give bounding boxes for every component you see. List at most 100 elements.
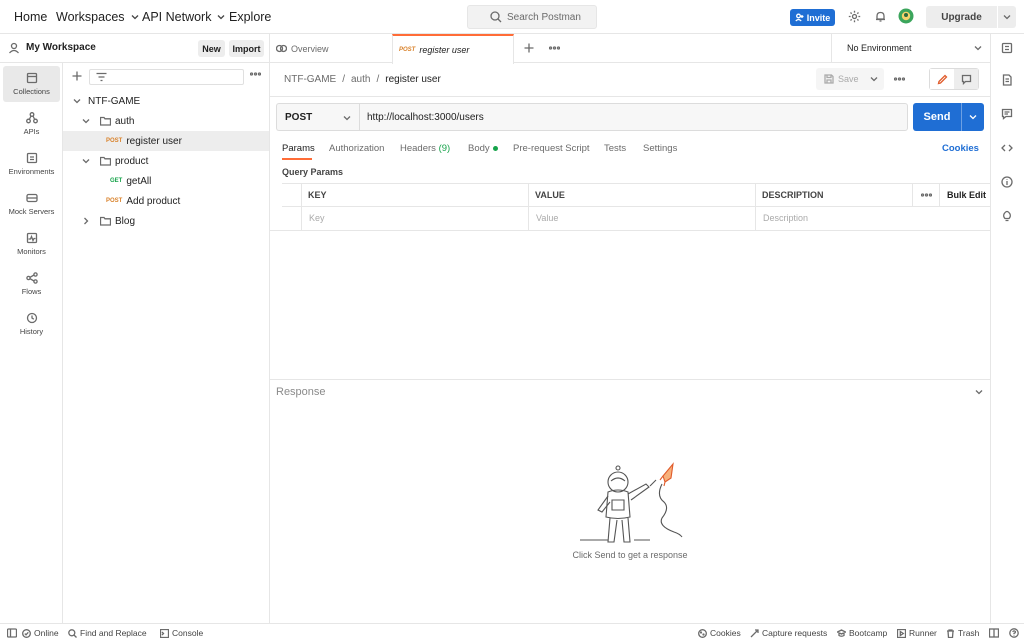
comments-icon[interactable] <box>1001 108 1013 120</box>
nav-api-network-label: API Network <box>142 10 212 24</box>
invite-label: Invite <box>806 12 831 23</box>
rail-item-flows[interactable]: Flows <box>3 266 60 302</box>
request-more-icon[interactable] <box>894 77 905 81</box>
user-icon <box>8 42 20 54</box>
rail-item-mock-servers[interactable]: Mock Servers <box>3 186 60 222</box>
tab-register-user[interactable]: POST register user <box>392 34 514 64</box>
tab-overview[interactable]: Overview <box>276 34 329 63</box>
rail-item-environments[interactable]: Environments <box>3 146 60 182</box>
key-input[interactable]: Key <box>309 213 325 223</box>
top-bar: Home Workspaces API Network Explore Sear… <box>0 0 1024 34</box>
tree-collection-ntf-game[interactable]: NTF-GAME <box>63 91 269 111</box>
runner-button[interactable]: Runner <box>897 626 937 640</box>
documentation-icon[interactable] <box>1001 74 1013 86</box>
filter-input[interactable] <box>89 69 244 85</box>
chevron-down-icon[interactable] <box>998 13 1016 21</box>
tab-tests[interactable]: Tests <box>604 143 626 159</box>
console-button[interactable]: Console <box>160 626 203 640</box>
upgrade-button[interactable]: Upgrade <box>926 6 1016 28</box>
tab-settings[interactable]: Settings <box>643 143 677 159</box>
environment-label: No Environment <box>847 43 912 53</box>
rail-label: Mock Servers <box>8 207 55 216</box>
tab-params[interactable]: Params <box>282 143 315 159</box>
search-bar[interactable]: Search Postman <box>467 5 597 29</box>
tree-folder-auth[interactable]: auth <box>63 111 269 131</box>
toggle-sidebar-icon[interactable] <box>7 626 17 640</box>
code-icon[interactable] <box>1001 142 1013 154</box>
tree-request-register-user[interactable]: POST register user <box>63 131 269 151</box>
find-replace-button[interactable]: Find and Replace <box>68 626 147 640</box>
bulk-edit-button[interactable]: Bulk Edit <box>947 190 986 200</box>
nav-explore[interactable]: Explore <box>229 0 271 34</box>
history-icon <box>26 312 38 324</box>
chevron-down-icon[interactable] <box>975 388 983 396</box>
rail-item-apis[interactable]: APIs <box>3 106 60 142</box>
cookies-link[interactable]: Cookies <box>942 143 979 154</box>
lightbulb-icon[interactable] <box>1001 210 1013 222</box>
bootcamp-icon <box>837 628 846 638</box>
active-tab-indicator <box>282 158 312 160</box>
environment-select[interactable]: No Environment <box>831 34 990 63</box>
table-border <box>912 183 913 206</box>
tab-authorization[interactable]: Authorization <box>329 143 384 159</box>
send-button[interactable]: Send <box>913 103 984 131</box>
rail-item-collections[interactable]: Collections <box>3 66 60 102</box>
rail-item-monitors[interactable]: Monitors <box>3 226 60 262</box>
settings-gear-icon[interactable] <box>848 10 861 23</box>
cookies-button[interactable]: Cookies <box>698 626 741 640</box>
columns-more-icon[interactable] <box>921 193 932 197</box>
console-label: Console <box>172 628 204 638</box>
chevron-down-icon[interactable] <box>962 113 984 121</box>
add-icon[interactable] <box>72 71 82 81</box>
two-pane-view-icon[interactable] <box>989 626 999 640</box>
bootcamp-button[interactable]: Bootcamp <box>837 626 887 640</box>
capture-requests-button[interactable]: Capture requests <box>750 626 827 640</box>
chevron-down-icon[interactable] <box>870 75 878 83</box>
query-params-label: Query Params <box>282 167 344 177</box>
breadcrumb: NTF-GAME / auth / register user <box>284 74 441 85</box>
tabs-more-icon[interactable] <box>549 46 560 50</box>
new-button[interactable]: New <box>198 40 225 57</box>
breadcrumb-collection[interactable]: NTF-GAME <box>284 74 336 85</box>
tree-request-add-product[interactable]: POST Add product <box>63 191 269 211</box>
request-name: register user <box>126 135 182 147</box>
tree-folder-product[interactable]: product <box>63 151 269 171</box>
request-name: getAll <box>126 175 152 187</box>
description-input[interactable]: Description <box>763 213 808 223</box>
workspace-name[interactable]: My Workspace <box>26 42 96 53</box>
info-icon[interactable] <box>1001 176 1013 188</box>
nav-workspaces[interactable]: Workspaces <box>56 0 139 34</box>
rail-label: Monitors <box>17 247 46 256</box>
breadcrumb-folder[interactable]: auth <box>351 74 370 85</box>
tree-request-getall[interactable]: GET getAll <box>63 171 269 191</box>
notifications-bell-icon[interactable] <box>874 10 887 23</box>
tree-folder-blog[interactable]: Blog <box>63 211 269 231</box>
online-status[interactable]: Online <box>22 626 59 640</box>
comment-view-icon[interactable] <box>954 69 978 89</box>
edit-pencil-icon[interactable] <box>930 69 954 89</box>
avatar[interactable] <box>898 8 914 24</box>
url-input[interactable] <box>359 103 908 131</box>
tab-register-user-label: register user <box>419 45 470 55</box>
save-button[interactable]: Save <box>816 68 884 90</box>
new-label: New <box>202 43 221 54</box>
tab-headers[interactable]: Headers (9) <box>400 143 450 159</box>
invite-button[interactable]: Invite <box>790 9 835 26</box>
value-input[interactable]: Value <box>536 213 558 223</box>
new-tab-plus-icon[interactable] <box>524 43 534 53</box>
rail-item-history[interactable]: History <box>3 306 60 342</box>
tab-body[interactable]: Body <box>468 143 498 159</box>
help-icon[interactable] <box>1009 626 1019 640</box>
nav-api-network[interactable]: API Network <box>142 0 225 34</box>
import-label: Import <box>232 43 261 54</box>
breadcrumb-current[interactable]: register user <box>385 74 441 85</box>
environment-quicklook-icon[interactable] <box>1001 42 1013 54</box>
runner-icon <box>897 628 906 638</box>
trash-button[interactable]: Trash <box>946 626 979 640</box>
import-button[interactable]: Import <box>229 40 264 57</box>
method-select[interactable]: POST <box>276 103 359 131</box>
nav-home[interactable]: Home <box>14 0 47 34</box>
left-rail: Collections APIs Environments Mock Serve… <box>0 63 63 623</box>
more-options-icon[interactable] <box>250 72 261 76</box>
tab-pre-request-script[interactable]: Pre-request Script <box>513 143 590 159</box>
